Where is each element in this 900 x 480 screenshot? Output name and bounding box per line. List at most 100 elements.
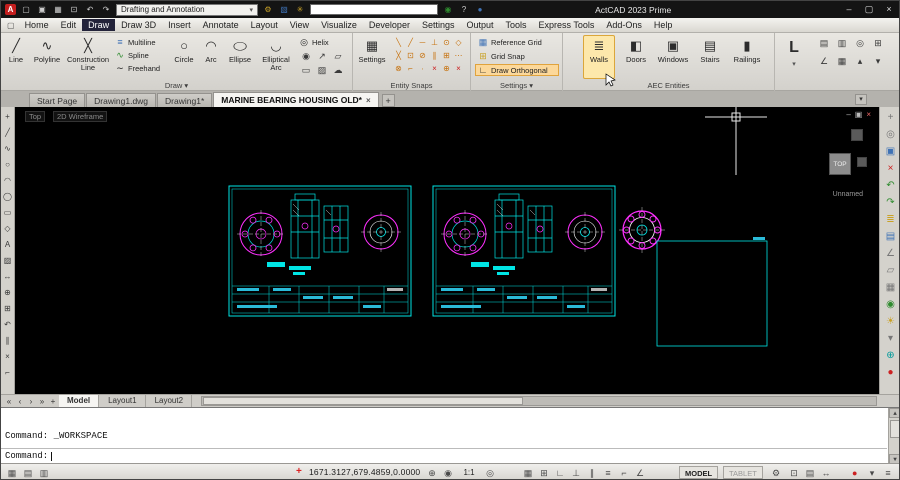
close-tab-icon[interactable]: × [366,96,371,105]
polygon-tool-icon[interactable]: ◇ [2,221,14,237]
grid-toggle-icon[interactable]: ▦ [521,466,535,480]
flange-part[interactable] [619,207,665,253]
menu-help[interactable]: Help [648,19,679,31]
command-scrollbar[interactable]: ▲ ▼ [888,408,900,464]
hatch-tool-icon[interactable]: ▨ [2,253,14,269]
account-icon[interactable]: ● [474,3,486,16]
record-macro-icon[interactable]: ● [882,364,900,381]
aec-entities-group-label[interactable]: AEC Entities [563,81,774,91]
railings-button[interactable]: ▮ Railings [729,35,765,79]
match-properties-icon[interactable]: ▤ [817,37,831,50]
settings-gear-icon[interactable]: ⚙ [769,466,783,480]
menu-insert[interactable]: Insert [162,19,197,31]
horizontal-scrollbar[interactable] [201,396,877,406]
tablet-button[interactable]: TABLET [723,466,763,479]
view-undo-icon[interactable]: ↶ [882,177,900,194]
dimension-tool-icon[interactable]: ↔ [2,269,14,285]
annotation-scale-icon[interactable]: ◉ [441,466,455,480]
doc-minimize-icon[interactable]: – [846,110,850,120]
render-icon[interactable]: ◉ [882,296,900,313]
viewcube-corner[interactable] [851,129,863,141]
workspace-switch-icon[interactable]: ▤ [803,466,817,480]
last-layout-icon[interactable]: » [37,397,47,406]
arc-button[interactable]: ◠ Arc [199,35,223,79]
spline-button[interactable]: ∿ Spline [115,49,149,61]
area-icon[interactable]: ▱ [882,262,900,279]
circle-button[interactable]: ○ Circle [171,35,197,79]
properties-icon[interactable]: ▥ [835,37,849,50]
sheet-drawing-1[interactable] [229,186,411,316]
snap-insertion-icon[interactable]: ⊞ [441,49,452,60]
snap-midpoint-icon[interactable]: ╱ [405,36,416,47]
snap-mid-between-icon[interactable]: ∙ [417,62,428,73]
record-indicator-icon[interactable]: ● [852,468,857,478]
drawing-canvas[interactable]: Top 2D Wireframe TOP Unnamed – ▣ × [15,107,879,394]
draw-group-label[interactable]: Draw ▾ [1,81,352,91]
tab-drawing1-dwg[interactable]: Drawing1.dwg [86,93,156,107]
offset-tool-icon[interactable]: ∥ [2,333,14,349]
tab-layout1[interactable]: Layout1 [100,395,145,407]
menu-layout[interactable]: Layout [245,19,284,31]
settings-group-label[interactable]: Settings ▾ [471,81,562,91]
menu-visualize[interactable]: Visualize [315,19,363,31]
layer-manager-icon[interactable]: ≣ [882,211,900,228]
command-input-row[interactable]: Command: [1,448,887,461]
ucs-world-icon[interactable]: ⊕ [882,347,900,364]
menu-tools[interactable]: Tools [500,19,533,31]
move-tool-icon[interactable]: ⊕ [2,285,14,301]
viewport-control-visual-style[interactable]: 2D Wireframe [53,111,107,122]
status-menu-icon[interactable]: ▾ [865,466,879,480]
tab-model[interactable]: Model [59,395,99,407]
etrack-toggle-icon[interactable]: ≡ [601,466,615,480]
tab-start-page[interactable]: Start Page [29,93,85,107]
trim-tool-icon[interactable]: × [2,349,14,365]
zoom-extents-icon[interactable]: ⊕ [425,466,439,480]
pan-tool-icon[interactable]: + [882,109,900,126]
grid-display-icon[interactable]: ▦ [5,466,19,480]
command-scrollbar-thumb[interactable] [890,420,900,438]
tab-layout2[interactable]: Layout2 [147,395,192,407]
menu-express-tools[interactable]: Express Tools [533,19,601,31]
license-icon[interactable]: ◉ [442,3,454,16]
snap-display-icon[interactable]: ▤ [21,466,35,480]
snap-intersection-icon[interactable]: ╳ [393,49,404,60]
display-settings-icon[interactable]: ▧ [278,3,290,16]
snap-toggle-icon[interactable]: ⊞ [537,466,551,480]
help-icon[interactable]: ? [458,3,470,16]
text-tool-icon[interactable]: A [2,237,14,253]
menu-draw[interactable]: Draw [82,19,115,31]
polyline-tool-icon[interactable]: ∿ [2,141,14,157]
menu-add-ons[interactable]: Add-Ons [600,19,648,31]
snap-perpendicular-icon[interactable]: ⊥ [429,36,440,47]
menu-output[interactable]: Output [460,19,499,31]
tab-list-menu-button[interactable]: ▾ [855,94,867,105]
workspace-gear-icon[interactable]: ⚙ [262,3,274,16]
rotate-tool-icon[interactable]: ↶ [2,317,14,333]
freehand-button[interactable]: ∼ Freehand [115,62,160,74]
new-file-icon[interactable]: ▢ [20,3,32,16]
viewcube-edge[interactable] [857,157,867,167]
new-tab-button[interactable]: + [382,94,395,107]
close-button[interactable]: × [881,3,897,16]
snap-clear-icon[interactable]: × [429,62,440,73]
snap-settings-button[interactable]: ▦ Settings [357,35,387,79]
paste-icon[interactable]: ▦ [835,55,849,68]
snap-apparent-icon[interactable]: ⊗ [393,62,404,73]
ucs-display-icon[interactable]: ▥ [37,466,51,480]
menu-developer[interactable]: Developer [363,19,416,31]
circle-tool-icon[interactable]: ○ [2,157,14,173]
menu-home[interactable]: Home [19,19,55,31]
copy-tool-icon[interactable]: ⊞ [2,301,14,317]
grid-snap-toggle[interactable]: ⊞ Grid Snap [475,50,559,62]
maximize-button[interactable]: ▢ [861,3,877,16]
wipeout-icon[interactable]: ▨ [315,64,329,77]
quick-view-icon[interactable]: ⊡ [787,466,801,480]
new-layout-icon[interactable]: + [48,397,58,406]
workspace-selector[interactable]: Drafting and Annotation ▾ [116,4,258,16]
ray-icon[interactable]: ↗ [315,50,329,63]
measure-icon[interactable]: ∠ [817,55,831,68]
snap-tangent-icon[interactable]: ⊘ [417,49,428,60]
distance-icon[interactable]: ∠ [882,245,900,262]
polyline-button[interactable]: ∿ Polyline [31,35,63,79]
menu-view[interactable]: View [284,19,315,31]
